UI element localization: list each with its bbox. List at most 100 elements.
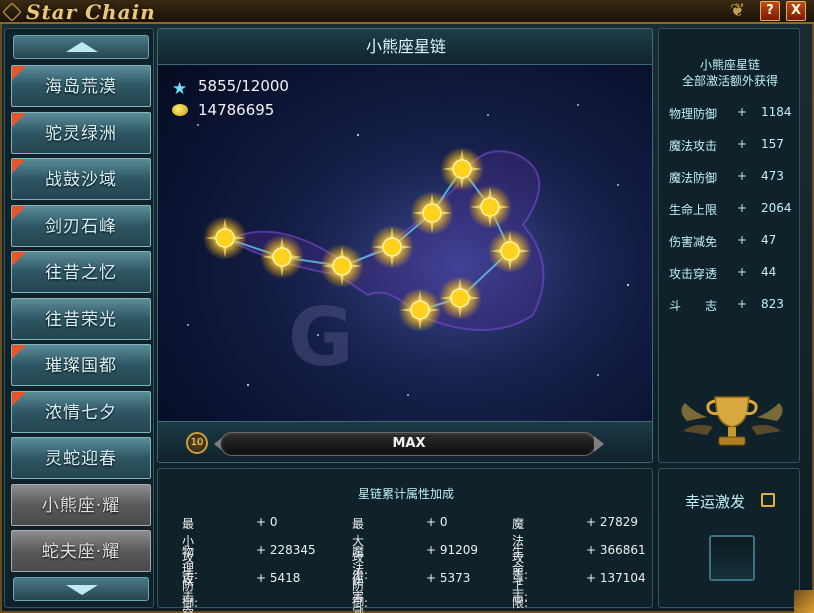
constellation-star-5[interactable] bbox=[440, 147, 484, 191]
ornament-icon bbox=[2, 2, 22, 22]
lucky-trigger-panel: 幸运激发 bbox=[658, 468, 800, 608]
sidebar-item-label: 浓情七夕 bbox=[45, 402, 117, 423]
bonus-value: 473 bbox=[761, 169, 784, 183]
bonus-plus: + bbox=[737, 137, 748, 151]
sidebar-item-1[interactable]: 驼灵绿洲 bbox=[11, 111, 151, 154]
bonus-label: 物理防御 bbox=[669, 107, 718, 121]
bonus-title-line1: 小熊座星链 bbox=[699, 58, 760, 72]
bonus-row: 生命上限 +2064 bbox=[669, 201, 797, 219]
sidebar-item-label: 小熊座·耀 bbox=[41, 495, 121, 516]
bonus-plus: + bbox=[737, 105, 748, 119]
bonus-label: 生命上限 bbox=[669, 203, 718, 217]
stat-value: + 5373 bbox=[426, 571, 471, 585]
sidebar-item-label: 驼灵绿洲 bbox=[45, 123, 117, 144]
sidebar-item-2[interactable]: 战鼓沙域 bbox=[11, 158, 151, 200]
item-slot[interactable] bbox=[709, 535, 755, 581]
lucky-trigger-checkbox[interactable] bbox=[761, 493, 775, 507]
bonus-value: 2064 bbox=[761, 201, 792, 215]
cumulative-stats-title: 星链累计属性加成 bbox=[357, 487, 454, 501]
sidebar-item-8[interactable]: 灵蛇迎春 bbox=[11, 437, 151, 479]
close-button[interactable]: X bbox=[786, 1, 806, 21]
help-button[interactable]: ? bbox=[760, 1, 780, 21]
constellation-star-1[interactable] bbox=[260, 235, 304, 279]
title-bar: Star Chain ❦ ? X bbox=[0, 0, 814, 24]
sidebar-item-label: 往昔荣光 bbox=[45, 309, 117, 330]
corner-ornament-icon: ❦ bbox=[730, 0, 746, 21]
level-bar: 10 MAX bbox=[158, 421, 652, 462]
bonus-plus: + bbox=[737, 265, 748, 279]
scroll-up-button[interactable] bbox=[13, 35, 149, 59]
sidebar-item-label: 灵蛇迎春 bbox=[45, 449, 117, 469]
constellation-map: G bbox=[187, 104, 652, 421]
stat-label: 伤害减免: bbox=[352, 573, 365, 613]
sidebar-item-label: 战鼓沙域 bbox=[45, 170, 117, 190]
stat-value: + 0 bbox=[426, 515, 448, 529]
level-progress-text: MAX bbox=[392, 436, 426, 451]
sidebar-item-6[interactable]: 璀璨国都 bbox=[11, 344, 151, 386]
bonus-value: 157 bbox=[761, 137, 784, 151]
bonus-plus: + bbox=[737, 201, 748, 215]
arrow-right-icon bbox=[594, 436, 604, 452]
constellation-sidebar: 海岛荒漠驼灵绿洲战鼓沙域剑刃石峰往昔之忆往昔荣光璀璨国都浓情七夕灵蛇迎春小熊座·… bbox=[4, 28, 154, 608]
stat-value: + 27829 bbox=[586, 515, 639, 529]
sidebar-item-10[interactable]: 蛇夫座·耀 bbox=[11, 530, 151, 572]
constellation-star-6[interactable] bbox=[468, 185, 512, 229]
bonus-label: 伤害减免 bbox=[669, 235, 718, 249]
bonus-label: 魔法攻击 bbox=[669, 139, 718, 153]
bonus-title-line2: 全部激活额外获得 bbox=[681, 74, 778, 88]
constellation-star-2[interactable] bbox=[320, 244, 364, 288]
bonus-value: 823 bbox=[761, 297, 784, 311]
sidebar-item-9[interactable]: 小熊座·耀 bbox=[11, 483, 151, 526]
bonus-label: 斗 志 bbox=[669, 299, 718, 313]
full-activation-bonus-panel: 小熊座星链 全部激活额外获得 物理防御 +1184 魔法攻击 +157 魔法防御 +473… bbox=[658, 28, 800, 463]
constellation-view: 小熊座星链 ★ 5855/12000 14786695 G 10 MAX bbox=[157, 28, 653, 463]
constellation-star-3[interactable] bbox=[370, 225, 414, 269]
bonus-value: 44 bbox=[761, 265, 777, 279]
constellation-star-0[interactable] bbox=[203, 216, 247, 260]
sidebar-item-label: 海岛荒漠 bbox=[45, 77, 117, 97]
sidebar-item-label: 往昔之忆 bbox=[45, 263, 117, 283]
new-flag-icon bbox=[12, 159, 26, 173]
sidebar-item-3[interactable]: 剑刃石峰 bbox=[11, 204, 151, 247]
sidebar-item-7[interactable]: 浓情七夕 bbox=[11, 390, 151, 433]
bonus-row: 伤害减免 +47 bbox=[669, 233, 797, 251]
stat-value: + 228345 bbox=[256, 543, 316, 557]
chevron-down-icon bbox=[66, 585, 98, 595]
constellation-title: 小熊座星链 bbox=[158, 29, 652, 65]
trophy-icon bbox=[681, 396, 783, 446]
chevron-up-icon bbox=[66, 42, 98, 52]
new-flag-icon bbox=[12, 205, 26, 220]
new-flag-icon bbox=[12, 391, 26, 406]
stat-value: + 366861 bbox=[586, 543, 646, 557]
constellation-star-4[interactable] bbox=[410, 191, 454, 235]
window-title: Star Chain bbox=[26, 0, 156, 24]
lucky-trigger-label: 幸运激发 bbox=[685, 493, 746, 511]
new-flag-icon bbox=[12, 345, 26, 359]
new-flag-icon bbox=[12, 252, 26, 266]
new-flag-icon bbox=[12, 66, 26, 80]
bonus-value: 47 bbox=[761, 233, 777, 247]
stat-value: + 5418 bbox=[256, 571, 301, 585]
constellation-star-9[interactable] bbox=[398, 288, 442, 332]
stat-value: + 137104 bbox=[586, 571, 646, 585]
bonus-row: 魔法攻击 +157 bbox=[669, 137, 797, 155]
stat-label: 斗 志: bbox=[512, 573, 549, 604]
constellation-star-8[interactable] bbox=[438, 276, 482, 320]
bonus-row: 魔法防御 +473 bbox=[669, 169, 797, 187]
bonus-label: 魔法防御 bbox=[669, 171, 718, 185]
sidebar-item-label: 剑刃石峰 bbox=[45, 216, 117, 237]
cumulative-stats-panel: 星链累计属性加成 最小攻击: + 0 最大攻击: + 0 魔法攻击: + 27829 物理防… bbox=[157, 468, 653, 613]
sidebar-item-label: 蛇夫座·耀 bbox=[41, 542, 121, 562]
corner-ornament bbox=[794, 590, 814, 613]
scroll-down-button[interactable] bbox=[13, 577, 149, 601]
level-progress-bar: MAX bbox=[220, 432, 596, 456]
sidebar-item-0[interactable]: 海岛荒漠 bbox=[11, 65, 151, 107]
sidebar-item-4[interactable]: 往昔之忆 bbox=[11, 251, 151, 293]
sidebar-item-label: 璀璨国都 bbox=[45, 356, 117, 376]
sidebar-item-5[interactable]: 往昔荣光 bbox=[11, 297, 151, 340]
bonus-title: 小熊座星链 全部激活额外获得 bbox=[659, 57, 801, 89]
level-badge: 10 bbox=[186, 432, 208, 454]
bonus-label: 攻击穿透 bbox=[669, 267, 718, 281]
stat-value: + 91209 bbox=[426, 543, 479, 557]
constellation-star-7[interactable] bbox=[488, 229, 532, 273]
